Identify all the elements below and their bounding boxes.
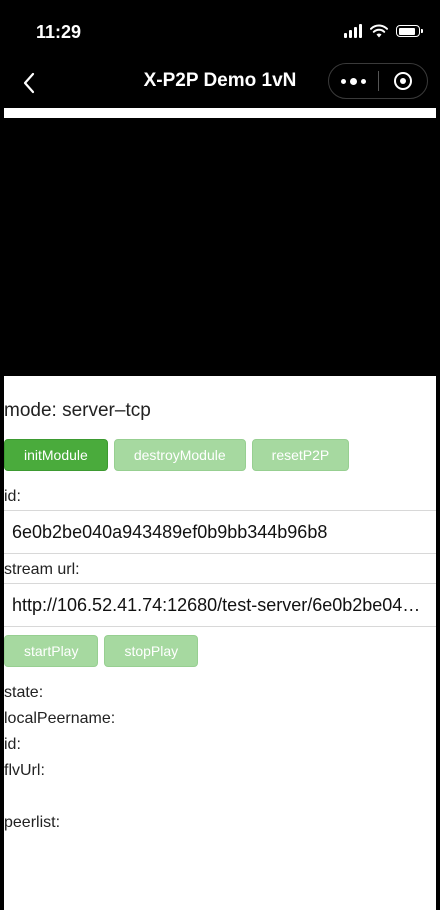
peerlist-label: peerlist: <box>4 814 61 831</box>
id-label: id: <box>4 488 21 505</box>
stream-url-field[interactable]: http://106.52.41.74:12680/test-server/6e… <box>4 583 436 627</box>
start-play-button[interactable]: startPlay <box>4 635 99 667</box>
stream-url-label: stream url: <box>4 561 80 578</box>
more-button[interactable] <box>329 64 378 98</box>
status-bar: 11:29 <box>0 0 440 60</box>
play-button-row: startPlay stopPlay <box>4 635 199 667</box>
more-dot-right <box>360 78 366 84</box>
battery-icon <box>396 25 423 37</box>
flv-url-label: flvUrl: <box>4 762 45 779</box>
more-dots-icon <box>340 78 346 84</box>
id-field[interactable]: 6e0b2be040a943489ef0b9bb344b96b8 <box>4 510 436 554</box>
cellular-signal-icon <box>344 24 362 38</box>
local-peername-label: localPeername: <box>4 710 116 727</box>
miniprogram-capsule <box>328 63 428 99</box>
app-frame: 11:29 X-P2P Demo 1vN mode: server–tcp in… <box>0 0 440 910</box>
init-module-button[interactable]: initModule <box>4 439 108 471</box>
stream-url-value: http://106.52.41.74:12680/test-server/6e… <box>12 594 428 615</box>
status-icons <box>344 24 423 38</box>
wifi-icon <box>370 24 388 38</box>
module-button-row: initModule destroyModule resetP2P <box>4 439 350 471</box>
close-miniprogram-button[interactable] <box>379 64 428 98</box>
destroy-module-button[interactable]: destroyModule <box>113 439 246 471</box>
navigation-bar: X-P2P Demo 1vN <box>0 58 440 108</box>
target-circle-icon <box>393 72 412 90</box>
video-player[interactable] <box>4 118 436 376</box>
state-label: state: <box>4 684 44 701</box>
peer-id-label: id: <box>4 736 21 753</box>
more-dot-center <box>349 77 357 85</box>
reset-p2p-button[interactable]: resetP2P <box>251 439 350 471</box>
stop-play-button[interactable]: stopPlay <box>104 635 199 667</box>
id-value: 6e0b2be040a943489ef0b9bb344b96b8 <box>12 521 328 542</box>
status-time: 11:29 <box>36 22 82 42</box>
main-content: mode: server–tcp initModule destroyModul… <box>4 108 436 910</box>
mode-text: mode: server–tcp <box>4 400 151 421</box>
